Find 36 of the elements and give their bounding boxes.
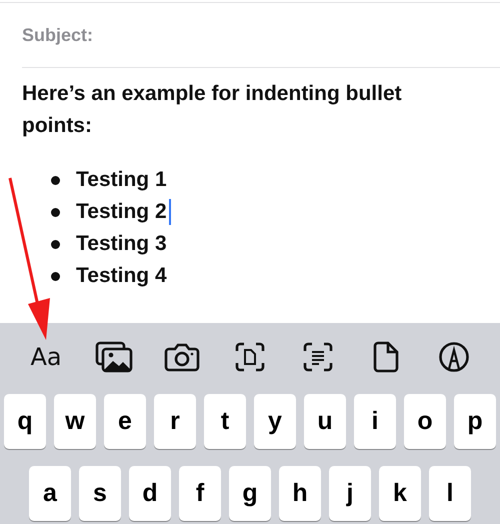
- keyboard-key[interactable]: s: [79, 466, 121, 521]
- photos-icon[interactable]: [95, 341, 133, 373]
- keyboard-key[interactable]: g: [229, 466, 271, 521]
- keyboard-key[interactable]: u: [304, 394, 346, 449]
- bullet-text: Testing 1: [76, 168, 167, 192]
- file-icon[interactable]: [373, 341, 399, 373]
- keyboard-key[interactable]: d: [129, 466, 171, 521]
- bullet-text: Testing 4: [76, 264, 167, 288]
- keyboard-key[interactable]: q: [4, 394, 46, 449]
- bullet-text: Testing 3: [76, 232, 167, 256]
- bullet-icon: [51, 208, 60, 216]
- keyboard-key[interactable]: y: [254, 394, 296, 449]
- keyboard-key[interactable]: w: [54, 394, 96, 449]
- bullet-icon: [51, 272, 60, 280]
- subject-label: Subject:: [22, 24, 94, 46]
- text-scan-icon[interactable]: [303, 342, 333, 372]
- keyboard-key[interactable]: t: [204, 394, 246, 449]
- keyboard-key[interactable]: h: [279, 466, 321, 521]
- keyboard-key[interactable]: e: [104, 394, 146, 449]
- keyboard-key[interactable]: f: [179, 466, 221, 521]
- camera-icon[interactable]: [164, 342, 200, 372]
- keyboard-key[interactable]: l: [429, 466, 471, 521]
- keyboard-key[interactable]: k: [379, 466, 421, 521]
- keyboard-key[interactable]: i: [354, 394, 396, 449]
- keyboard-key[interactable]: a: [29, 466, 71, 521]
- keyboard-key[interactable]: p: [454, 394, 496, 449]
- bullet-icon: [51, 176, 60, 184]
- keyboard-key[interactable]: r: [154, 394, 196, 449]
- document-scan-icon[interactable]: [235, 342, 265, 372]
- format-button[interactable]: Aa: [30, 343, 62, 371]
- bullet-text: Testing 2: [76, 200, 167, 224]
- keyboard-key[interactable]: j: [329, 466, 371, 521]
- pen-circle-icon[interactable]: [438, 341, 470, 373]
- keyboard-key[interactable]: o: [404, 394, 446, 449]
- body-text: Here’s an example for indenting bullet points:: [22, 81, 403, 139]
- bullet-icon: [51, 240, 60, 248]
